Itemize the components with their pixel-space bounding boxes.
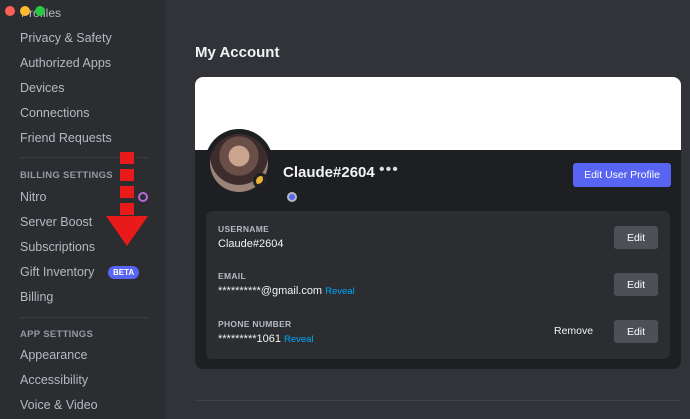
phone-row: *********1061 Reveal bbox=[218, 333, 314, 345]
sidebar-item-privacy-safety[interactable]: Privacy & Safety bbox=[12, 26, 158, 50]
sidebar-item-devices[interactable]: Devices bbox=[12, 76, 158, 100]
reveal-phone-link[interactable]: Reveal bbox=[284, 334, 314, 345]
sidebar-item-authorized-apps[interactable]: Authorized Apps bbox=[12, 51, 158, 75]
app-settings-heading: APP SETTINGS bbox=[20, 329, 94, 340]
sidebar-item-friend-requests[interactable]: Friend Requests bbox=[12, 126, 158, 150]
edit-email-button[interactable]: Edit bbox=[614, 273, 658, 296]
sidebar-divider bbox=[20, 317, 148, 318]
email-label: EMAIL bbox=[218, 271, 246, 281]
idle-status-icon bbox=[253, 173, 269, 189]
username-label: USERNAME bbox=[218, 224, 270, 234]
phone-label: PHONE NUMBER bbox=[218, 319, 292, 329]
edit-phone-button[interactable]: Edit bbox=[614, 320, 658, 343]
account-card: Claude#2604 ••• Edit User Profile USERNA… bbox=[195, 77, 681, 369]
profile-badge-icon bbox=[287, 192, 297, 202]
phone-value: *********1061 bbox=[218, 333, 281, 345]
account-info-panel: USERNAME Claude#2604 Edit EMAIL ********… bbox=[206, 211, 670, 359]
red-arrow-annotation bbox=[106, 152, 148, 246]
display-name: Claude#2604 bbox=[283, 164, 375, 181]
window-controls bbox=[5, 6, 45, 16]
sidebar-item-gift-inventory[interactable]: Gift Inventory BETA bbox=[12, 260, 158, 284]
sidebar-item-accessibility[interactable]: Accessibility bbox=[12, 368, 158, 392]
sidebar-item-billing[interactable]: Billing bbox=[12, 285, 158, 309]
close-window-button[interactable] bbox=[5, 6, 15, 16]
profile-banner bbox=[195, 77, 681, 150]
email-row: **********@gmail.com Reveal bbox=[218, 285, 355, 297]
sidebar-item-appearance[interactable]: Appearance bbox=[12, 343, 158, 367]
email-value: **********@gmail.com bbox=[218, 285, 323, 297]
more-options-icon[interactable]: ••• bbox=[379, 161, 399, 179]
section-divider bbox=[195, 400, 681, 401]
maximize-window-button[interactable] bbox=[35, 6, 45, 16]
beta-badge: BETA bbox=[108, 266, 140, 279]
sidebar-item-label: Gift Inventory bbox=[20, 265, 95, 279]
settings-window: Profiles Privacy & Safety Authorized App… bbox=[0, 0, 690, 419]
billing-settings-heading: BILLING SETTINGS bbox=[20, 170, 113, 181]
sidebar-item-voice-video[interactable]: Voice & Video bbox=[12, 393, 158, 417]
edit-user-profile-button[interactable]: Edit User Profile bbox=[573, 163, 671, 187]
page-title: My Account bbox=[195, 44, 280, 61]
remove-phone-button[interactable]: Remove bbox=[554, 325, 593, 337]
username-value: Claude#2604 bbox=[218, 238, 284, 250]
reveal-email-link[interactable]: Reveal bbox=[325, 286, 355, 297]
minimize-window-button[interactable] bbox=[20, 6, 30, 16]
avatar[interactable] bbox=[205, 129, 273, 197]
sidebar-item-label: Nitro bbox=[20, 190, 47, 204]
sidebar-item-connections[interactable]: Connections bbox=[12, 101, 158, 125]
edit-username-button[interactable]: Edit bbox=[614, 226, 658, 249]
